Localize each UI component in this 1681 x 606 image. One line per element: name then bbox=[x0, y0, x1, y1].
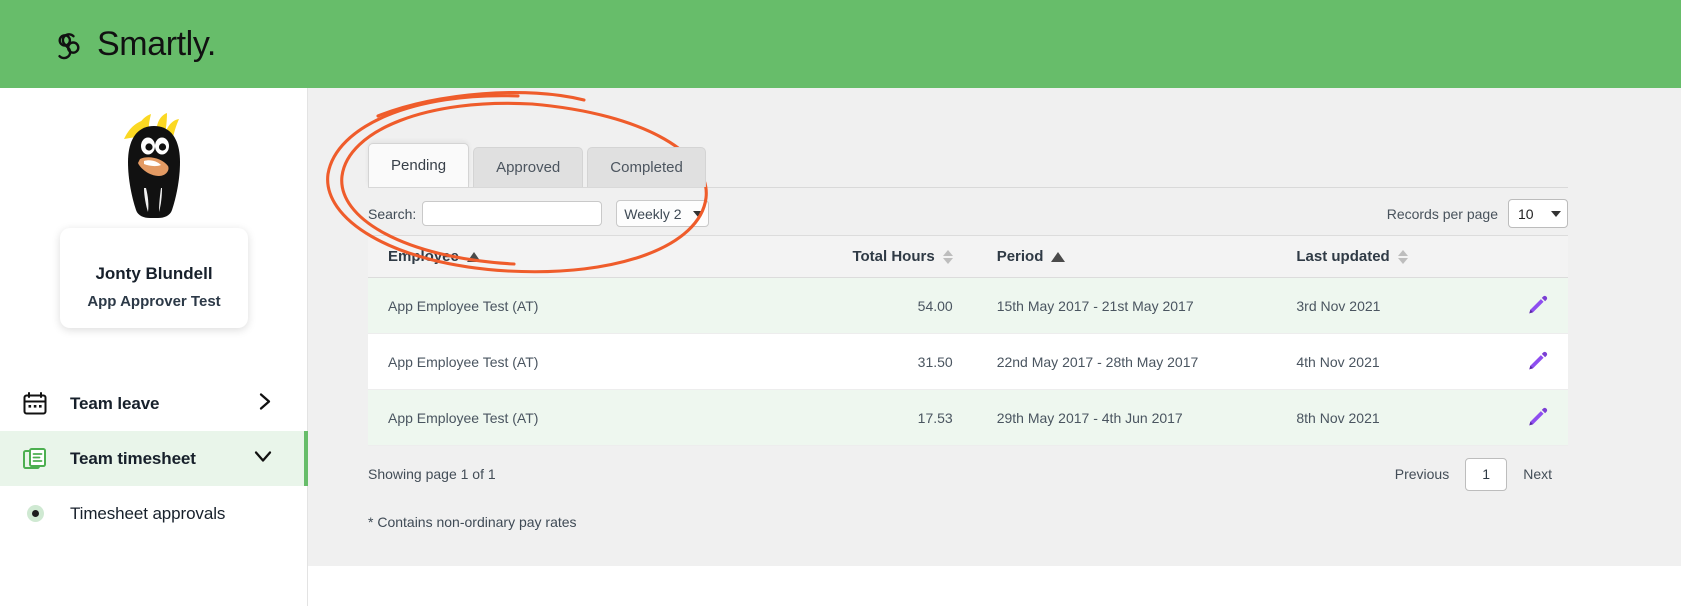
records-per-page-select[interactable]: 10 bbox=[1508, 199, 1568, 228]
pagination: Previous 1 Next bbox=[1379, 457, 1568, 491]
chevron-right-icon[interactable] bbox=[258, 392, 272, 415]
tab-approved[interactable]: Approved bbox=[473, 147, 584, 187]
sidebar-item-label: Team timesheet bbox=[70, 448, 196, 468]
tab-pending[interactable]: Pending bbox=[368, 143, 470, 187]
sidebar: Jonty Blundell App Approver Test Team le… bbox=[0, 88, 308, 566]
column-label: Period bbox=[996, 248, 1044, 265]
column-label: Employee bbox=[388, 248, 459, 265]
table-body: App Employee Test (AT) 54.00 15th May 20… bbox=[368, 277, 1568, 446]
cell-total-hours: 54.00 bbox=[796, 277, 977, 334]
column-header-last-updated[interactable]: Last updated bbox=[1276, 235, 1506, 278]
cell-last-updated: 3rd Nov 2021 bbox=[1276, 277, 1506, 334]
table-head: Employee Total Hours Period Last updated bbox=[368, 235, 1568, 278]
table-row[interactable]: App Employee Test (AT) 17.53 29th May 20… bbox=[368, 389, 1568, 446]
cell-actions bbox=[1505, 333, 1568, 390]
sort-none-icon bbox=[942, 249, 953, 264]
column-label: Last updated bbox=[1296, 248, 1390, 265]
calendar-icon bbox=[22, 391, 48, 417]
table-controls: Search: Weekly 2 Records per page 10 bbox=[368, 187, 1568, 235]
column-header-period[interactable]: Period bbox=[976, 235, 1277, 278]
cell-last-updated: 4th Nov 2021 bbox=[1276, 333, 1506, 390]
cell-actions bbox=[1505, 389, 1568, 446]
sort-asc-icon bbox=[1051, 251, 1066, 262]
footnote: * Contains non-ordinary pay rates bbox=[368, 514, 577, 530]
brand-logo[interactable]: Smartly. bbox=[52, 25, 216, 64]
main-content: Pending Approved Completed Search: Weekl… bbox=[308, 88, 1681, 566]
user-card: Jonty Blundell App Approver Test bbox=[60, 228, 248, 328]
user-role: App Approver Test bbox=[87, 293, 221, 310]
table-row[interactable]: App Employee Test (AT) 54.00 15th May 20… bbox=[368, 277, 1568, 334]
cell-period: 22nd May 2017 - 28th May 2017 bbox=[976, 333, 1277, 390]
bottom-strip-left bbox=[0, 566, 308, 606]
app-root: Smartly. Jonty Blundell App Approver Tes… bbox=[0, 0, 1681, 606]
table-header-row: Employee Total Hours Period Last updated bbox=[368, 235, 1568, 278]
user-name: Jonty Blundell bbox=[95, 264, 213, 283]
brand-name: Smartly. bbox=[97, 24, 216, 63]
chevron-down-icon bbox=[1551, 210, 1561, 217]
column-label: Total Hours bbox=[852, 248, 935, 265]
records-per-page-label: Records per page bbox=[1386, 205, 1498, 222]
chevron-down-icon[interactable] bbox=[254, 449, 272, 468]
edit-pencil-icon[interactable] bbox=[1526, 348, 1550, 375]
tab-bar: Pending Approved Completed bbox=[368, 143, 1568, 187]
chevron-down-icon bbox=[693, 210, 704, 217]
edit-pencil-icon[interactable] bbox=[1526, 292, 1550, 319]
pagination-next[interactable]: Next bbox=[1507, 466, 1568, 482]
cell-employee: App Employee Test (AT) bbox=[368, 333, 797, 390]
tab-label: Approved bbox=[496, 159, 561, 176]
cell-period: 15th May 2017 - 21st May 2017 bbox=[976, 277, 1277, 334]
sidebar-item-label: Team leave bbox=[70, 393, 160, 413]
bottom-strip bbox=[0, 566, 1681, 606]
sort-none-icon bbox=[1397, 249, 1408, 264]
sort-asc-icon bbox=[466, 251, 481, 262]
search-label: Search: bbox=[368, 205, 417, 222]
cell-total-hours: 31.50 bbox=[796, 333, 977, 390]
records-per-page-group: Records per page 10 bbox=[1387, 199, 1568, 228]
period-select-value: Weekly 2 bbox=[624, 205, 682, 222]
sidebar-subitem-label: Timesheet approvals bbox=[70, 503, 226, 523]
tab-completed[interactable]: Completed bbox=[587, 147, 706, 187]
sidebar-item-team-timesheet[interactable]: Team timesheet bbox=[0, 431, 308, 486]
document-stack-icon bbox=[22, 446, 48, 472]
edit-pencil-icon[interactable] bbox=[1526, 404, 1550, 431]
cell-period: 29th May 2017 - 4th Jun 2017 bbox=[976, 389, 1277, 446]
tab-label: Completed bbox=[610, 159, 683, 176]
avatar-area: Jonty Blundell App Approver Test bbox=[0, 88, 307, 338]
pagination-previous[interactable]: Previous bbox=[1379, 466, 1465, 482]
sidebar-item-team-leave[interactable]: Team leave bbox=[0, 376, 308, 431]
column-header-total-hours[interactable]: Total Hours bbox=[796, 235, 977, 278]
rockhopper-penguin-avatar-icon bbox=[104, 106, 204, 236]
pagination-page-1[interactable]: 1 bbox=[1465, 457, 1508, 491]
cell-employee: App Employee Test (AT) bbox=[368, 389, 797, 446]
search-input[interactable] bbox=[422, 201, 603, 226]
records-per-page-value: 10 bbox=[1518, 205, 1534, 222]
timesheet-panel: Pending Approved Completed Search: Weekl… bbox=[368, 143, 1568, 530]
table-footer: Showing page 1 of 1 Previous 1 Next bbox=[368, 450, 1568, 498]
cell-last-updated: 8th Nov 2021 bbox=[1276, 389, 1506, 446]
smartly-s-logo-icon bbox=[52, 27, 86, 61]
showing-page-text: Showing page 1 of 1 bbox=[368, 466, 496, 482]
tab-label: Pending bbox=[391, 157, 447, 174]
cell-actions bbox=[1505, 277, 1568, 334]
column-header-actions bbox=[1505, 235, 1568, 278]
app-header: Smartly. bbox=[0, 0, 1681, 88]
timesheet-table: Employee Total Hours Period Last updated… bbox=[368, 235, 1568, 446]
bullet-dot-icon bbox=[22, 501, 48, 527]
cell-employee: App Employee Test (AT) bbox=[368, 277, 797, 334]
table-row[interactable]: App Employee Test (AT) 31.50 22nd May 20… bbox=[368, 333, 1568, 390]
sidebar-item-timesheet-approvals[interactable]: Timesheet approvals bbox=[0, 486, 308, 541]
cell-total-hours: 17.53 bbox=[796, 389, 977, 446]
period-select[interactable]: Weekly 2 bbox=[616, 200, 710, 227]
sidebar-nav: Team leave Team timesheet Timesheet appr… bbox=[0, 376, 308, 541]
column-header-employee[interactable]: Employee bbox=[368, 235, 797, 278]
